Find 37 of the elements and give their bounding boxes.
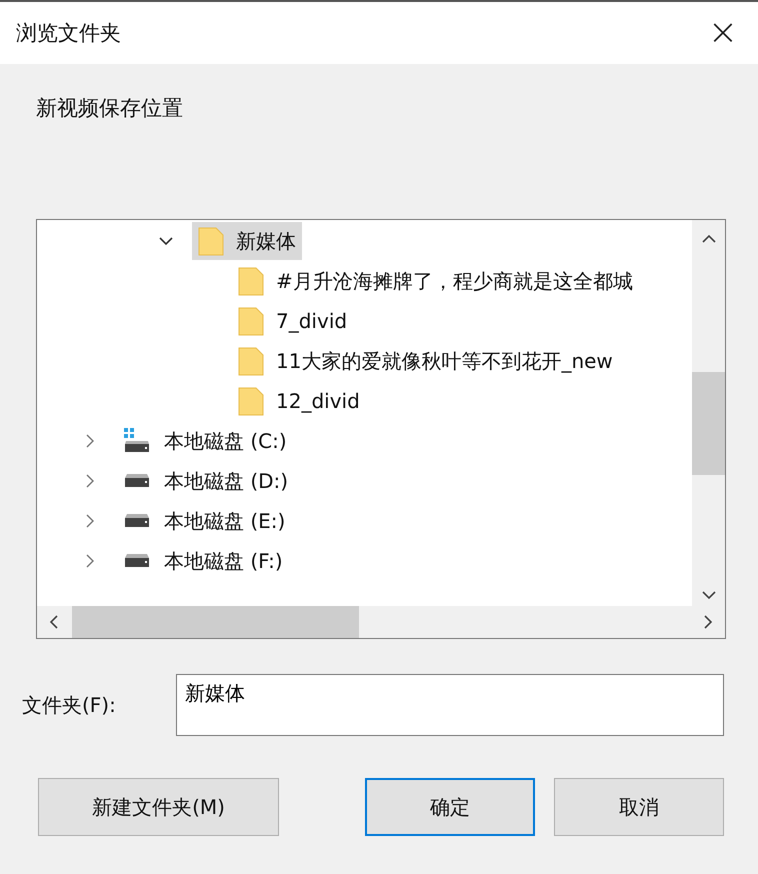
tree-item[interactable]: 7_divid — [232, 302, 354, 340]
drive-icon — [122, 553, 152, 569]
tree-item[interactable]: 本地磁盘 (D:) — [116, 462, 294, 500]
folder-icon — [238, 266, 264, 296]
tree-item[interactable]: #月升沧海摊牌了，程少商就是这全都城 — [232, 262, 639, 300]
tree-item[interactable]: 本地磁盘 (C:) — [116, 422, 293, 460]
chevron-right-icon[interactable] — [86, 434, 94, 448]
vertical-scrollbar[interactable] — [692, 220, 725, 606]
scroll-up-icon[interactable] — [702, 234, 716, 243]
scroll-down-icon[interactable] — [702, 591, 716, 600]
scroll-left-icon[interactable] — [49, 615, 58, 629]
dialog-button[interactable]: 确定 — [365, 778, 535, 836]
folder-icon — [198, 226, 224, 256]
folder-input-field[interactable]: 新媒体 — [176, 674, 724, 736]
instruction-text: 新视频保存位置 — [36, 95, 184, 122]
drive-icon — [122, 513, 152, 529]
tree-item[interactable]: 12_divid — [232, 382, 366, 420]
tree-item[interactable]: 11大家的爱就像秋叶等不到花开_new — [232, 342, 619, 380]
folder-icon — [238, 386, 264, 416]
scroll-right-icon[interactable] — [704, 615, 713, 629]
dialog-button[interactable]: 取消 — [554, 778, 724, 836]
folder-icon — [238, 306, 264, 336]
folder-icon — [238, 346, 264, 376]
tree-item[interactable]: 本地磁盘 (F:) — [116, 542, 289, 580]
chevron-down-icon[interactable] — [159, 236, 173, 246]
tree-item[interactable]: 本地磁盘 (E:) — [116, 502, 292, 540]
chevron-right-icon[interactable] — [86, 554, 94, 568]
tree-item[interactable]: 新媒体 — [192, 222, 302, 260]
chevron-right-icon[interactable] — [86, 474, 94, 488]
dialog-button[interactable]: 新建文件夹(M) — [38, 778, 279, 836]
folder-label: 文件夹(F): — [22, 692, 117, 718]
chevron-right-icon[interactable] — [86, 514, 94, 528]
drive-icon — [122, 473, 152, 489]
close-button[interactable]: × — [702, 15, 744, 51]
horizontal-scrollbar[interactable] — [37, 606, 725, 638]
system-drive-icon — [122, 427, 152, 455]
window-title: 浏览文件夹 — [16, 20, 121, 47]
